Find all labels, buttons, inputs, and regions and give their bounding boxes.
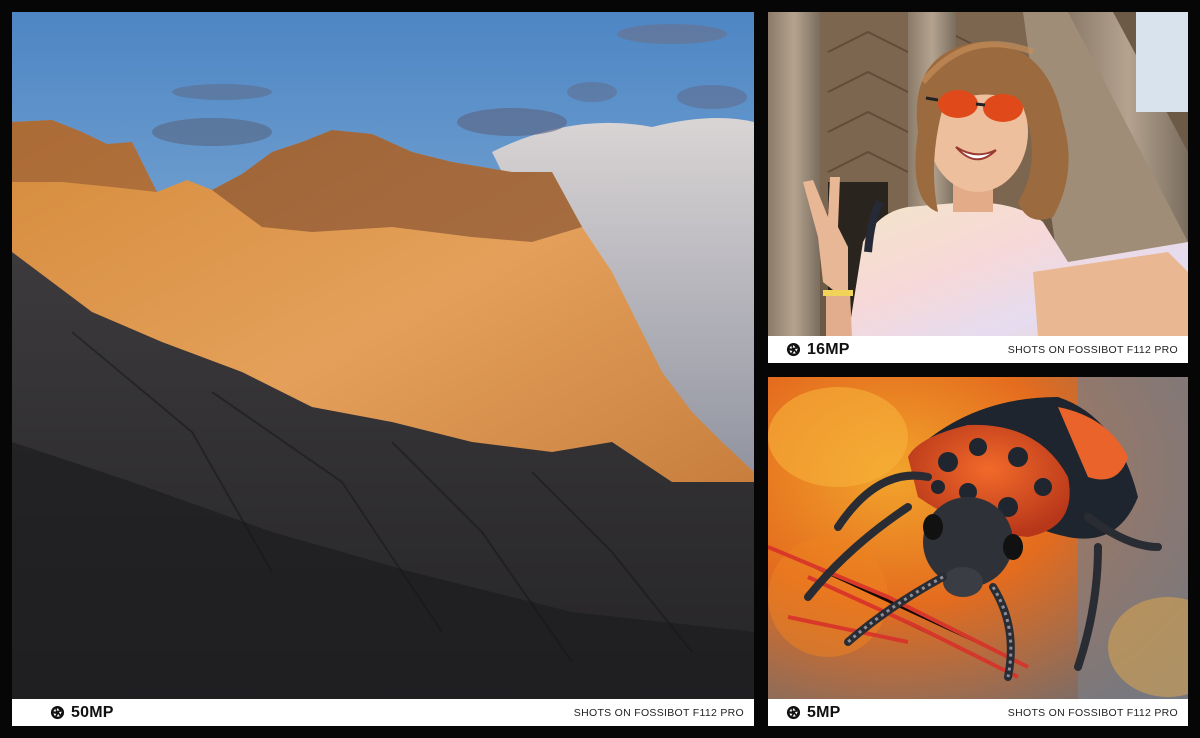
megapixel-badge: 16MP (786, 341, 850, 359)
caption-bar: 50MP SHOTS ON FOSSIBOT F112 PRO (12, 699, 754, 726)
megapixel-label: 50MP (71, 703, 114, 721)
megapixel-label: 5MP (807, 703, 841, 721)
shot-on-caption: SHOTS ON FOSSIBOT F112 PRO (1007, 706, 1178, 719)
photo-panel-mountain: 50MP SHOTS ON FOSSIBOT F112 PRO (12, 12, 754, 726)
beetle-photo (768, 377, 1188, 700)
caption-bar: 16MP SHOTS ON FOSSIBOT F112 PRO (768, 336, 1188, 363)
selfie-photo (768, 12, 1188, 337)
megapixel-badge: 50MP (50, 704, 114, 722)
shot-on-caption: SHOTS ON FOSSIBOT F112 PRO (573, 706, 744, 719)
shot-on-caption: SHOTS ON FOSSIBOT F112 PRO (1007, 343, 1178, 356)
aperture-icon (786, 705, 801, 720)
megapixel-badge: 5MP (786, 704, 841, 722)
photo-panel-beetle: 5MP SHOTS ON FOSSIBOT F112 PRO (768, 377, 1188, 726)
caption-bar: 5MP SHOTS ON FOSSIBOT F112 PRO (768, 699, 1188, 726)
photo-panel-selfie: 16MP SHOTS ON FOSSIBOT F112 PRO (768, 12, 1188, 363)
aperture-icon (50, 705, 65, 720)
mountain-photo (12, 12, 754, 699)
megapixel-label: 16MP (807, 340, 850, 358)
aperture-icon (786, 342, 801, 357)
